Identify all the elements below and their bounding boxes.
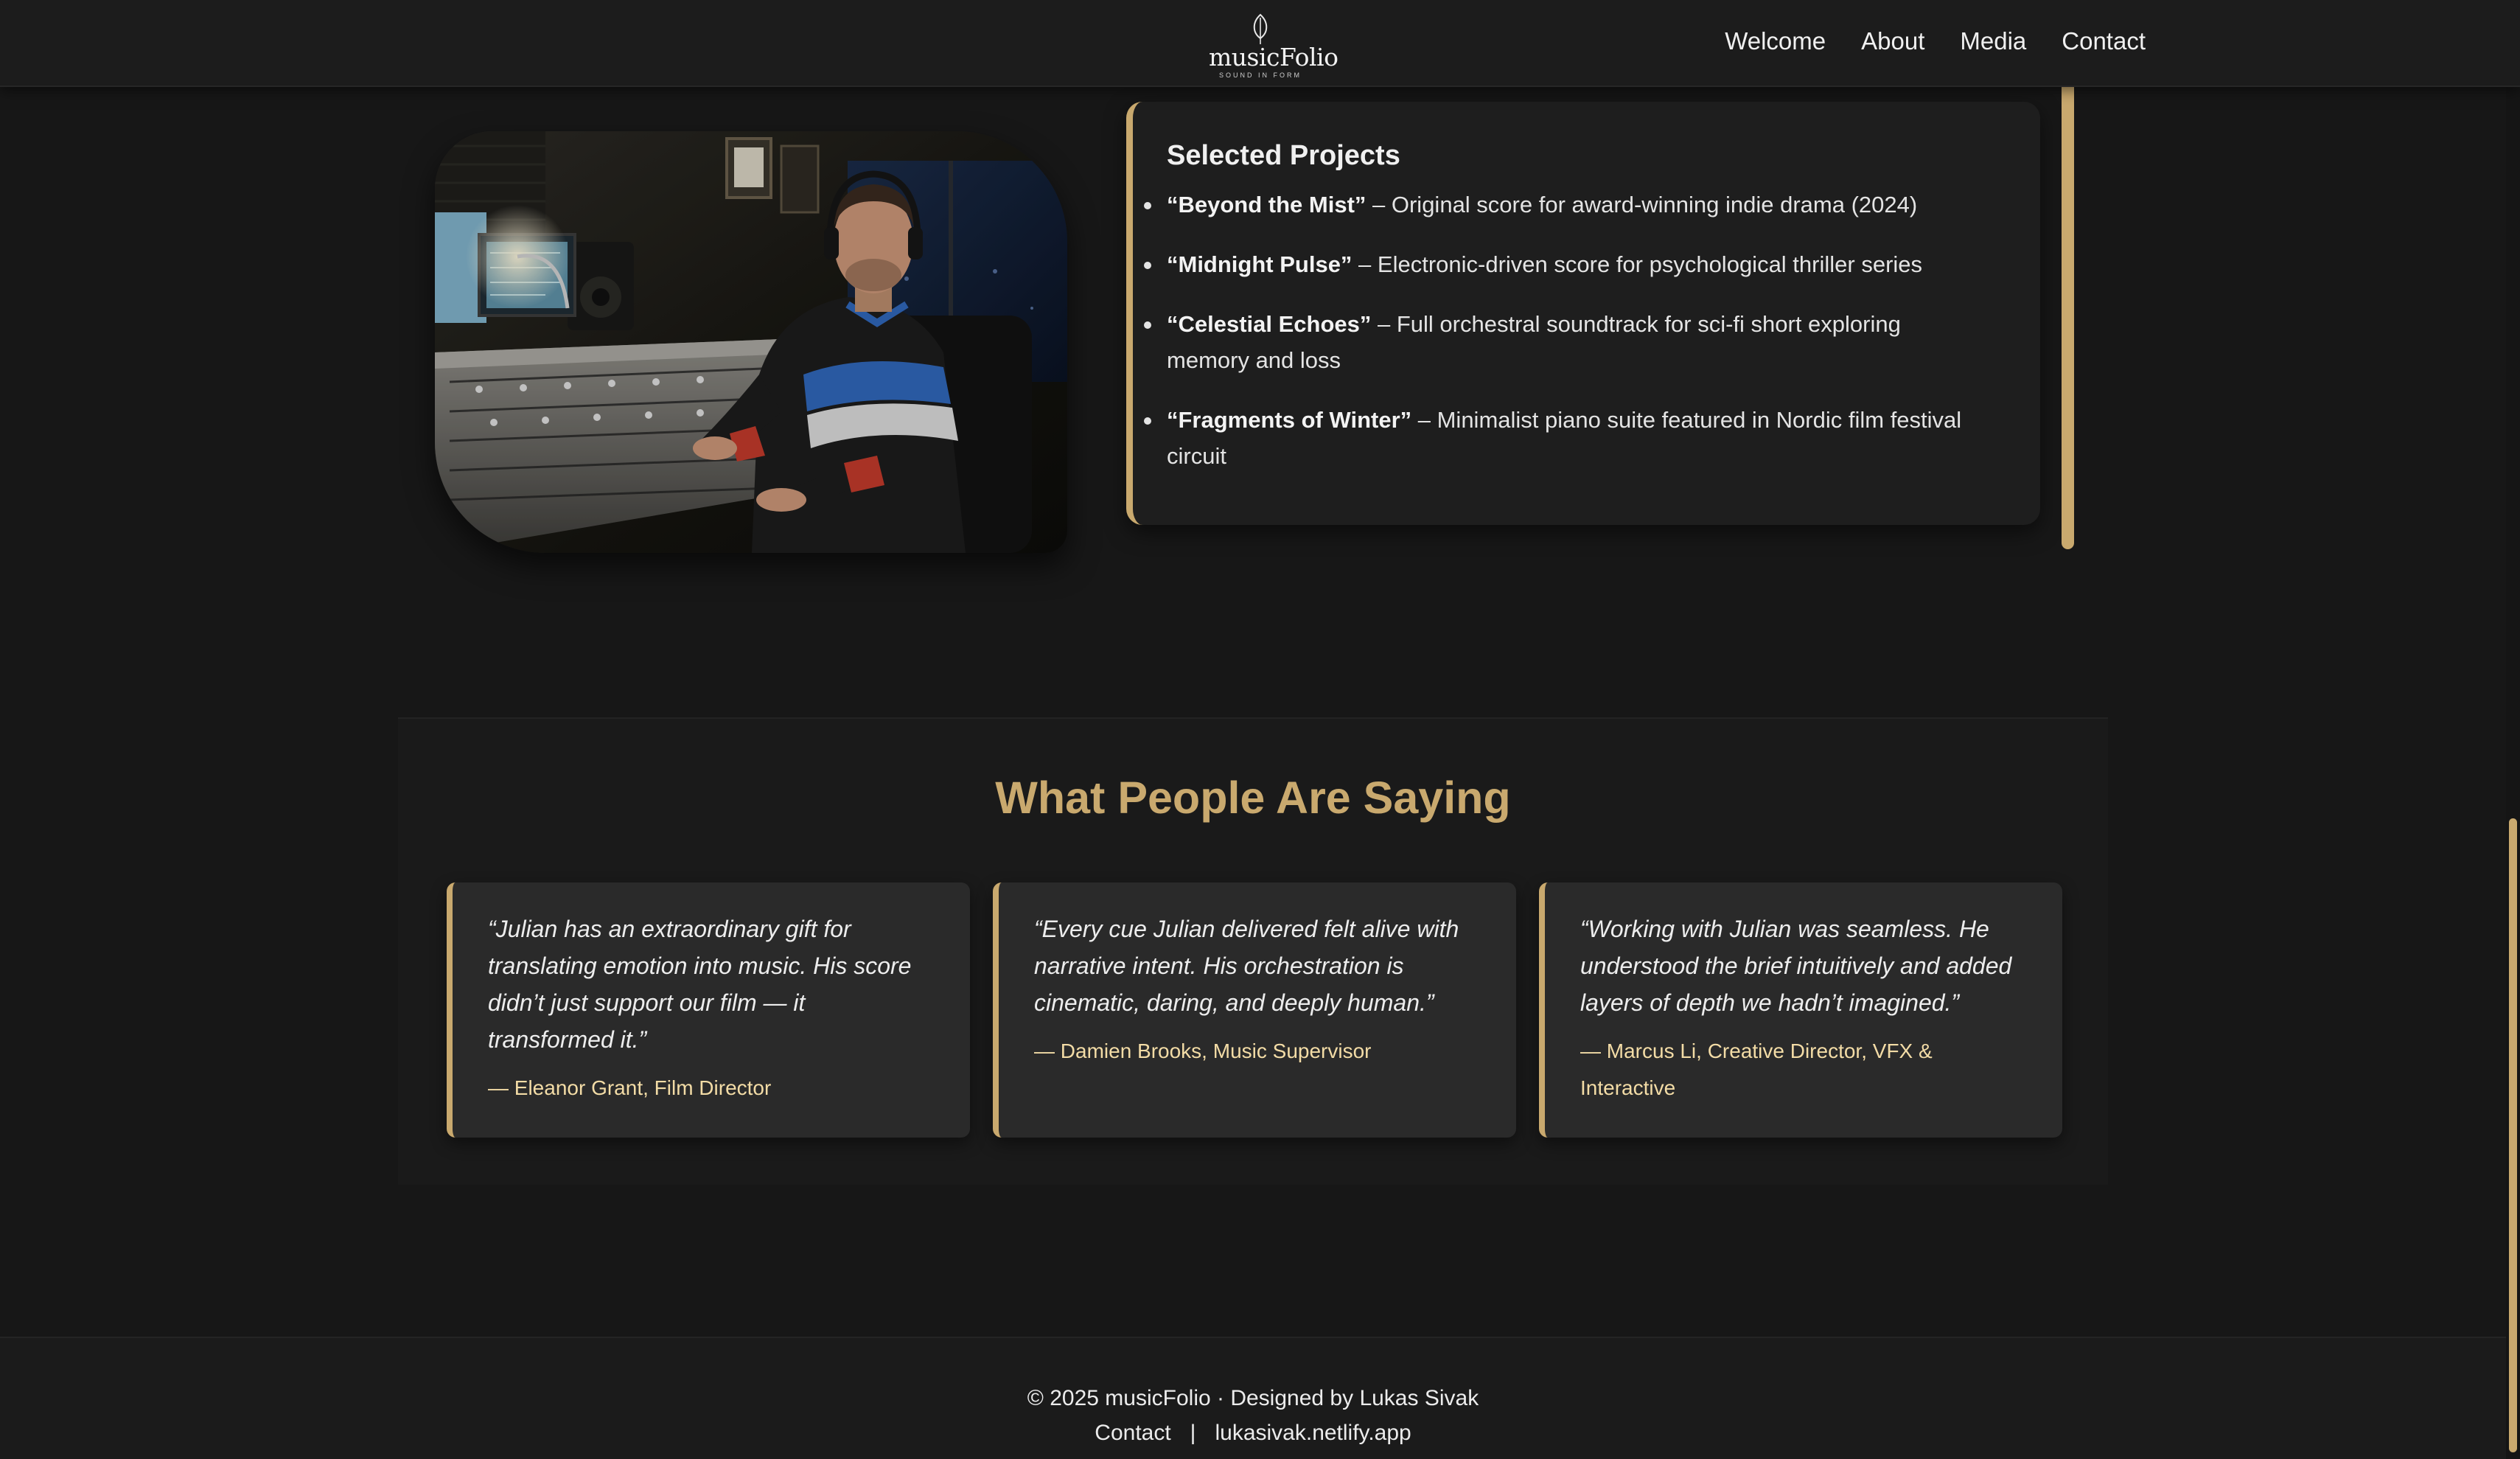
scrollbar-thumb[interactable]	[2509, 818, 2517, 1452]
testimonials-heading: What People Are Saying	[995, 773, 1511, 823]
footer-contact-link[interactable]: Contact	[1095, 1421, 1170, 1445]
projects-accent-bar	[2062, 87, 2074, 549]
nav-contact[interactable]: Contact	[2062, 27, 2146, 56]
testimonial-quote: “Working with Julian was seamless. He un…	[1580, 916, 2012, 1016]
testimonial-quote: “Julian has an extraordinary gift for tr…	[488, 916, 912, 1053]
leaf-icon	[1253, 13, 1268, 44]
site-footer: © 2025 musicFolio · Designed by Lukas Si…	[0, 1337, 2506, 1459]
logo[interactable]: musicFolio SOUND IN FORM	[1209, 13, 1338, 80]
footer-copyright: © 2025 musicFolio · Designed by Lukas Si…	[1027, 1386, 1479, 1410]
testimonial-card: “Julian has an extraordinary gift for tr…	[447, 882, 970, 1138]
testimonials-section: What People Are Saying “Julian has an ex…	[398, 717, 2108, 1185]
testimonial-author: — Damien Brooks, Music Supervisor	[1034, 1040, 1372, 1062]
logo-tagline: SOUND IN FORM	[1219, 72, 1302, 79]
projects-list: “Beyond the Mist” – Original score for a…	[1144, 187, 1989, 474]
nav-about[interactable]: About	[1861, 27, 1924, 56]
project-name: “Fragments of Winter”	[1167, 407, 1412, 433]
project-name: “Celestial Echoes”	[1167, 311, 1372, 337]
project-item: “Celestial Echoes” – Full orchestral sou…	[1144, 306, 1989, 378]
testimonial-quote: “Every cue Julian delivered felt alive w…	[1034, 916, 1459, 1016]
testimonial-author: — Eleanor Grant, Film Director	[488, 1076, 772, 1099]
project-item: “Beyond the Mist” – Original score for a…	[1144, 187, 1989, 223]
footer-separator: |	[1190, 1421, 1196, 1445]
nav-welcome[interactable]: Welcome	[1725, 27, 1826, 56]
testimonial-card: “Every cue Julian delivered felt alive w…	[993, 882, 1516, 1138]
main-nav: Welcome About Media Contact	[1725, 27, 2146, 56]
nav-media[interactable]: Media	[1960, 27, 2026, 56]
footer-links: Contact | lukasivak.netlify.app	[0, 1421, 2506, 1446]
project-description: – Electronic-driven score for psychologi…	[1352, 251, 1923, 277]
selected-projects-card: Selected Projects “Beyond the Mist” – Or…	[1126, 102, 2040, 525]
testimonial-card: “Working with Julian was seamless. He un…	[1539, 882, 2062, 1138]
testimonial-author: — Marcus Li, Creative Director, VFX & In…	[1580, 1040, 1933, 1099]
project-name: “Beyond the Mist”	[1167, 192, 1367, 217]
project-item: “Midnight Pulse” – Electronic-driven sco…	[1144, 246, 1989, 282]
project-name: “Midnight Pulse”	[1167, 251, 1353, 277]
project-item: “Fragments of Winter” – Minimalist piano…	[1144, 402, 1989, 474]
site-header: musicFolio SOUND IN FORM Welcome About M…	[0, 0, 2520, 87]
footer-site-link[interactable]: lukasivak.netlify.app	[1215, 1421, 1411, 1445]
logo-name: musicFolio	[1209, 43, 1338, 72]
project-description: – Original score for award-winning indie…	[1366, 192, 1918, 217]
projects-title: Selected Projects	[1167, 140, 1400, 171]
composer-studio-photo	[435, 131, 1067, 553]
